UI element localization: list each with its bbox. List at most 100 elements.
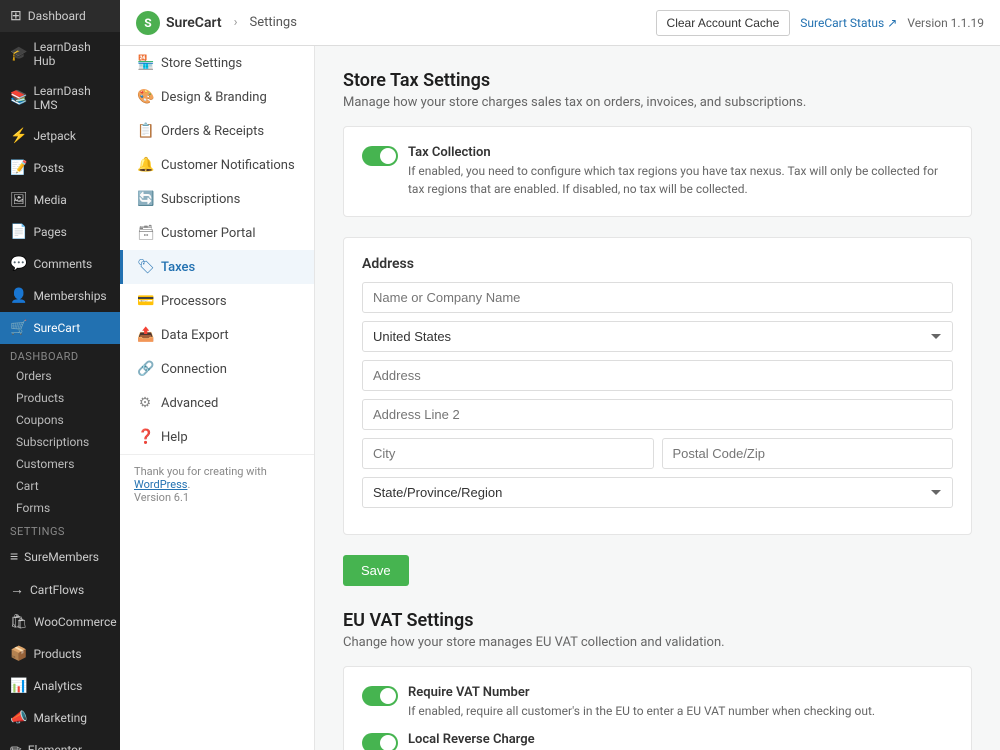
- elementor-icon: ✏: [10, 742, 22, 750]
- settings-menu-data-export[interactable]: 📤 Data Export: [120, 318, 314, 352]
- sub-products[interactable]: Products: [0, 387, 120, 409]
- surecart-icon: 🛒: [10, 320, 27, 336]
- address-section-title: Address: [362, 256, 953, 272]
- tax-collection-card: Tax Collection If enabled, you need to c…: [343, 126, 972, 217]
- require-vat-slider[interactable]: [362, 686, 398, 706]
- sidebar-item-learndash-lms[interactable]: 📚 LearnDash LMS: [0, 76, 120, 120]
- design-branding-icon: 🎨: [137, 89, 153, 105]
- breadcrumb-current: Settings: [249, 15, 296, 30]
- local-reverse-toggle[interactable]: [362, 733, 398, 750]
- sidebar-item-learndash-hub[interactable]: 🎓 LearnDash Hub: [0, 32, 120, 76]
- postal-input[interactable]: [662, 438, 954, 469]
- sidebar-item-pages[interactable]: 📄 Pages: [0, 216, 120, 248]
- settings-menu-help[interactable]: ❓ Help: [120, 420, 314, 454]
- analytics-icon: 📊: [10, 678, 27, 694]
- city-postal-row: [362, 438, 953, 477]
- breadcrumb-separator: ›: [234, 15, 238, 30]
- address-card: Address United States State/Province/Reg…: [343, 237, 972, 535]
- local-reverse-slider[interactable]: [362, 733, 398, 750]
- sidebar-item-dashboard[interactable]: ⊞ Dashboard: [0, 0, 120, 32]
- sidebar-item-memberships[interactable]: 👤 Memberships: [0, 280, 120, 312]
- settings-sidebar: 🏪 Store Settings 🎨 Design & Branding 📋 O…: [120, 46, 315, 750]
- help-icon: ❓: [137, 429, 153, 445]
- sidebar-item-cartflows[interactable]: → CartFlows: [0, 573, 120, 606]
- settings-menu-taxes[interactable]: 🏷 Taxes: [120, 250, 314, 284]
- city-input[interactable]: [362, 438, 654, 469]
- topbar-logo: S SureCart: [136, 11, 222, 35]
- sub-cart[interactable]: Cart: [0, 475, 120, 497]
- sidebar-item-elementor[interactable]: ✏ Elementor: [0, 734, 120, 750]
- country-select[interactable]: United States: [362, 321, 953, 352]
- sidebar-item-analytics[interactable]: 📊 Analytics: [0, 670, 120, 702]
- require-vat-toggle-row: Require VAT Number If enabled, require a…: [362, 685, 953, 720]
- sub-orders[interactable]: Orders: [0, 365, 120, 387]
- processors-icon: 💳: [137, 293, 153, 309]
- surecart-status-link[interactable]: SureCart Status ↗: [800, 16, 897, 30]
- settings-menu-advanced[interactable]: ⚙ Advanced: [120, 386, 314, 420]
- sidebar-item-jetpack[interactable]: ⚡ Jetpack: [0, 120, 120, 152]
- woocommerce-icon: 🛍: [10, 614, 28, 630]
- settings-menu-customer-portal[interactable]: 🗃 Customer Portal: [120, 216, 314, 250]
- advanced-icon: ⚙: [137, 395, 153, 411]
- tax-collection-toggle[interactable]: [362, 146, 398, 166]
- marketing-icon: 📣: [10, 710, 27, 726]
- settings-menu-customer-notifications[interactable]: 🔔 Customer Notifications: [120, 148, 314, 182]
- customer-notifications-icon: 🔔: [137, 157, 153, 173]
- sidebar-item-products[interactable]: 📦 Products: [0, 638, 120, 670]
- name-company-input[interactable]: [362, 282, 953, 313]
- topbar: S SureCart › Settings Clear Account Cach…: [120, 0, 1000, 46]
- sub-forms[interactable]: Forms: [0, 497, 120, 519]
- sidebar-item-surecart[interactable]: 🛒 SureCart: [0, 312, 120, 344]
- jetpack-icon: ⚡: [10, 128, 27, 144]
- sidebar-item-marketing[interactable]: 📣 Marketing: [0, 702, 120, 734]
- memberships-icon: 👤: [10, 288, 27, 304]
- settings-menu-processors[interactable]: 💳 Processors: [120, 284, 314, 318]
- subscriptions-icon: 🔄: [137, 191, 153, 207]
- local-reverse-toggle-row: Local Reverse Charge If enabled, apply r…: [362, 732, 953, 750]
- sub-customers[interactable]: Customers: [0, 453, 120, 475]
- main-content: Store Tax Settings Manage how your store…: [315, 46, 1000, 750]
- learndash-lms-icon: 📚: [10, 90, 27, 106]
- tax-collection-slider[interactable]: [362, 146, 398, 166]
- dashboard-icon: ⊞: [10, 8, 22, 24]
- address-input[interactable]: [362, 360, 953, 391]
- settings-section-label: Settings: [0, 519, 120, 540]
- require-vat-text: Require VAT Number If enabled, require a…: [408, 685, 875, 720]
- eu-vat-desc: Change how your store manages EU VAT col…: [343, 635, 972, 650]
- store-tax-title: Store Tax Settings: [343, 70, 972, 91]
- media-icon: 🖼: [10, 192, 28, 208]
- settings-menu-store-settings[interactable]: 🏪 Store Settings: [120, 46, 314, 80]
- external-link-icon: ↗: [887, 16, 897, 30]
- store-tax-save-button[interactable]: Save: [343, 555, 409, 586]
- products-icon: 📦: [10, 646, 27, 662]
- settings-menu-connection[interactable]: 🔗 Connection: [120, 352, 314, 386]
- address2-input[interactable]: [362, 399, 953, 430]
- settings-menu-orders-receipts[interactable]: 📋 Orders & Receipts: [120, 114, 314, 148]
- topbar-brand: SureCart: [166, 15, 222, 31]
- sidebar-item-posts[interactable]: 📝 Posts: [0, 152, 120, 184]
- connection-icon: 🔗: [137, 361, 153, 377]
- local-reverse-text: Local Reverse Charge If enabled, apply r…: [408, 732, 922, 750]
- sidebar-item-comments[interactable]: 💬 Comments: [0, 248, 120, 280]
- surecart-logo-icon: S: [136, 11, 160, 35]
- clear-cache-button[interactable]: Clear Account Cache: [656, 10, 791, 36]
- settings-menu-design-branding[interactable]: 🎨 Design & Branding: [120, 80, 314, 114]
- require-vat-toggle[interactable]: [362, 686, 398, 706]
- sub-coupons[interactable]: Coupons: [0, 409, 120, 431]
- tax-collection-toggle-row: Tax Collection If enabled, you need to c…: [362, 145, 953, 198]
- posts-icon: 📝: [10, 160, 27, 176]
- wordpress-link[interactable]: WordPress: [134, 478, 187, 491]
- surecart-sub-label: Dashboard: [0, 344, 120, 365]
- sidebar-item-suremembers[interactable]: ≡ SureMembers: [0, 540, 120, 573]
- eu-vat-title: EU VAT Settings: [343, 610, 972, 631]
- main-wrapper: S SureCart › Settings Clear Account Cach…: [120, 0, 1000, 750]
- settings-menu-subscriptions[interactable]: 🔄 Subscriptions: [120, 182, 314, 216]
- orders-receipts-icon: 📋: [137, 123, 153, 139]
- sidebar-item-media[interactable]: 🖼 Media: [0, 184, 120, 216]
- sub-subscriptions[interactable]: Subscriptions: [0, 431, 120, 453]
- tax-collection-text: Tax Collection If enabled, you need to c…: [408, 145, 953, 198]
- store-settings-icon: 🏪: [137, 55, 153, 71]
- sidebar-item-woocommerce[interactable]: 🛍 WooCommerce: [0, 606, 120, 638]
- state-select[interactable]: State/Province/Region: [362, 477, 953, 508]
- suremembers-icon: ≡: [10, 548, 18, 565]
